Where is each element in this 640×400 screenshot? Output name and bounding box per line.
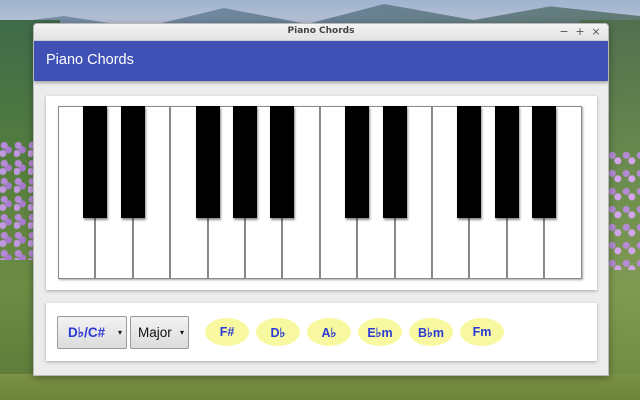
app-window: Piano Chords − + × Piano Chords D♭/C# ▾ … [33, 23, 609, 376]
root-note-value: D♭/C# [68, 324, 106, 340]
controls-card: D♭/C# ▾ Major ▾ F# D♭ A♭ E♭m B♭m Fm [46, 303, 597, 361]
chevron-down-icon: ▾ [117, 328, 122, 337]
chord-button[interactable]: B♭m [409, 318, 453, 346]
black-key[interactable] [345, 106, 370, 218]
black-key[interactable] [83, 106, 108, 218]
piano-keyboard [58, 106, 582, 280]
black-key[interactable] [233, 106, 257, 218]
chord-button[interactable]: D♭ [256, 318, 300, 346]
window-controls: − + × [558, 25, 602, 39]
chord-button[interactable]: Fm [460, 318, 504, 346]
window-titlebar[interactable]: Piano Chords − + × [34, 24, 608, 41]
piano-card [46, 96, 597, 290]
maximize-icon[interactable]: + [574, 25, 586, 39]
chevron-down-icon: ▾ [179, 328, 184, 337]
black-key[interactable] [382, 106, 407, 218]
black-key[interactable] [457, 106, 482, 218]
window-title: Piano Chords [287, 26, 355, 36]
chord-button[interactable]: A♭ [307, 318, 351, 346]
black-key[interactable] [195, 106, 220, 218]
root-note-select[interactable]: D♭/C# ▾ [57, 316, 127, 349]
chord-button[interactable]: F# [205, 318, 249, 346]
black-key[interactable] [494, 106, 519, 218]
minimize-icon[interactable]: − [558, 25, 570, 39]
chord-quality-select[interactable]: Major ▾ [130, 316, 189, 349]
chord-button[interactable]: E♭m [358, 318, 402, 346]
chord-list: F# D♭ A♭ E♭m B♭m Fm [205, 318, 504, 346]
meadow [0, 374, 640, 400]
app-title: Piano Chords [46, 52, 134, 68]
flowers-right [608, 150, 640, 270]
black-key[interactable] [120, 106, 145, 218]
black-key[interactable] [270, 106, 295, 218]
app-bar: Piano Chords [34, 41, 608, 81]
close-icon[interactable]: × [590, 25, 602, 39]
flowers-left [0, 140, 34, 260]
black-key[interactable] [532, 106, 557, 218]
chord-quality-value: Major [138, 325, 172, 340]
